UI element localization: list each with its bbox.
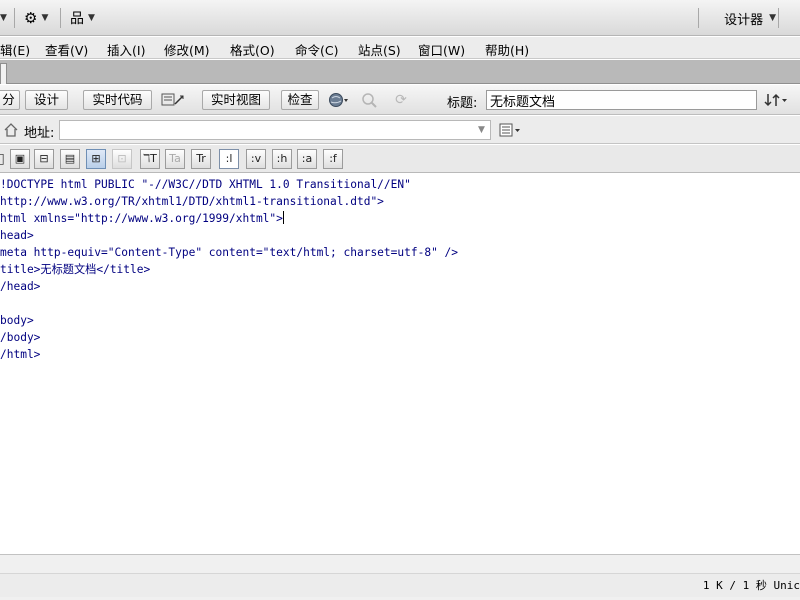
workspace-label: 设计器 (724, 12, 764, 28)
chevron-down-icon: ▼ (88, 13, 95, 23)
chevron-down-icon: ▼ (769, 13, 776, 23)
split-view-button[interactable]: 分 (0, 90, 20, 110)
refresh-icon[interactable]: ⟳ (391, 91, 411, 109)
format-source-icon[interactable]: ℸT (140, 149, 160, 169)
code-hint-l-button[interactable]: :l (219, 149, 239, 169)
comment-icon[interactable]: ▣ (10, 149, 30, 169)
code-editor[interactable]: !DOCTYPE html PUBLIC "-//W3C//DTD XHTML … (0, 174, 800, 554)
title-input[interactable] (486, 90, 757, 110)
globe-icon[interactable] (326, 91, 352, 109)
divider (698, 8, 699, 28)
workspace-switcher[interactable]: 设计器 ▼ (724, 8, 776, 28)
chevron-down-icon: ▼ (41, 13, 49, 23)
address-label: 地址: (24, 126, 55, 141)
code-hint-f-button[interactable]: :f (323, 149, 343, 169)
live-view-button[interactable]: 实时视图 (202, 90, 270, 110)
file-size-status: 1 K / 1 秒 Unic (702, 579, 800, 592)
title-label: 标题: (447, 96, 478, 111)
preview-check-icon[interactable] (358, 91, 384, 109)
open-documents-icon[interactable]: ▯ (0, 149, 6, 169)
extensions-menu[interactable]: ⚙ ▼ (24, 9, 48, 27)
file-management-icon[interactable] (762, 91, 790, 109)
browse-options-icon[interactable] (497, 121, 525, 139)
menu-commands[interactable]: 命令(C) (295, 40, 338, 59)
chevron-down-icon[interactable]: ▼ (473, 121, 490, 139)
text-cursor (282, 211, 284, 224)
code-line: !DOCTYPE html PUBLIC "-//W3C//DTD XHTML … (0, 178, 411, 191)
document-tab[interactable] (0, 63, 7, 84)
coding-toolbar: ▯ ▣ ⊟ ▤ ⊞ ⊡ ℸT Ta Tr :l :v :h :a :f (0, 145, 800, 173)
menu-window[interactable]: 窗口(W) (418, 40, 465, 59)
code-hint-v-button[interactable]: :v (246, 149, 266, 169)
divider (778, 8, 779, 28)
divider (14, 8, 15, 28)
code-line-with-cursor: html xmlns="http://www.w3.org/1999/xhtml… (0, 210, 284, 227)
home-icon[interactable] (3, 122, 19, 138)
document-tab-strip (0, 60, 800, 84)
status-bar-inner (0, 573, 800, 597)
gear-icon: ⚙ (24, 9, 38, 27)
menu-bar: 辑(E) 查看(V) 插入(I) 修改(M) 格式(O) 命令(C) 站点(S)… (0, 37, 800, 59)
address-input[interactable] (59, 120, 491, 140)
menu-view[interactable]: 查看(V) (45, 40, 88, 59)
select-parent-tag-icon[interactable]: ⊞ (86, 149, 106, 169)
sitemap-icon: 品 (70, 11, 84, 27)
outdent-icon[interactable]: Tr (191, 149, 211, 169)
code-line: html xmlns="http://www.w3.org/1999/xhtml… (0, 212, 283, 225)
indent-icon[interactable]: Ta (165, 149, 185, 169)
menu-site[interactable]: 站点(S) (358, 40, 401, 59)
code-line: head> (0, 229, 34, 242)
file-compare-icon[interactable] (160, 91, 186, 109)
collapse-icon[interactable]: ⊟ (34, 149, 54, 169)
design-view-button[interactable]: 设计 (25, 90, 68, 110)
code-line: /body> (0, 331, 41, 344)
menu-help[interactable]: 帮助(H) (485, 40, 529, 59)
menu-format[interactable]: 格式(O) (230, 40, 275, 59)
code-line: body> (0, 314, 34, 327)
menu-modify[interactable]: 修改(M) (164, 40, 210, 59)
document-toolbar: 分 设计 实时代码 实时视图 检查 ⟳ 标题: (0, 85, 800, 115)
code-line: /head> (0, 280, 41, 293)
divider (60, 8, 61, 28)
balance-braces-icon[interactable]: ⊡ (112, 149, 132, 169)
code-line: http://www.w3.org/TR/xhtml1/DTD/xhtml1-t… (0, 195, 384, 208)
inspect-button[interactable]: 检查 (281, 90, 319, 110)
live-code-button[interactable]: 实时代码 (83, 90, 152, 110)
menu-insert[interactable]: 插入(I) (107, 40, 145, 59)
site-menu[interactable]: 品 ▼ (70, 9, 95, 27)
code-hint-a-button[interactable]: :a (297, 149, 317, 169)
layout-menu[interactable]: ▼ (0, 9, 7, 27)
code-line: title>无标题文档</title> (0, 263, 151, 276)
address-bar: 地址: ▼ (0, 116, 800, 144)
menu-edit[interactable]: 辑(E) (0, 40, 30, 59)
app-bar: ▼ ⚙ ▼ 品 ▼ 设计器 ▼ (0, 0, 800, 36)
code-hint-h-button[interactable]: :h (272, 149, 292, 169)
snippet-icon[interactable]: ▤ (60, 149, 80, 169)
code-line: meta http-equiv="Content-Type" content="… (0, 246, 459, 259)
chevron-down-icon: ▼ (0, 13, 7, 23)
status-bar: 1 K / 1 秒 Unic (0, 554, 800, 600)
code-line: /html> (0, 348, 41, 361)
